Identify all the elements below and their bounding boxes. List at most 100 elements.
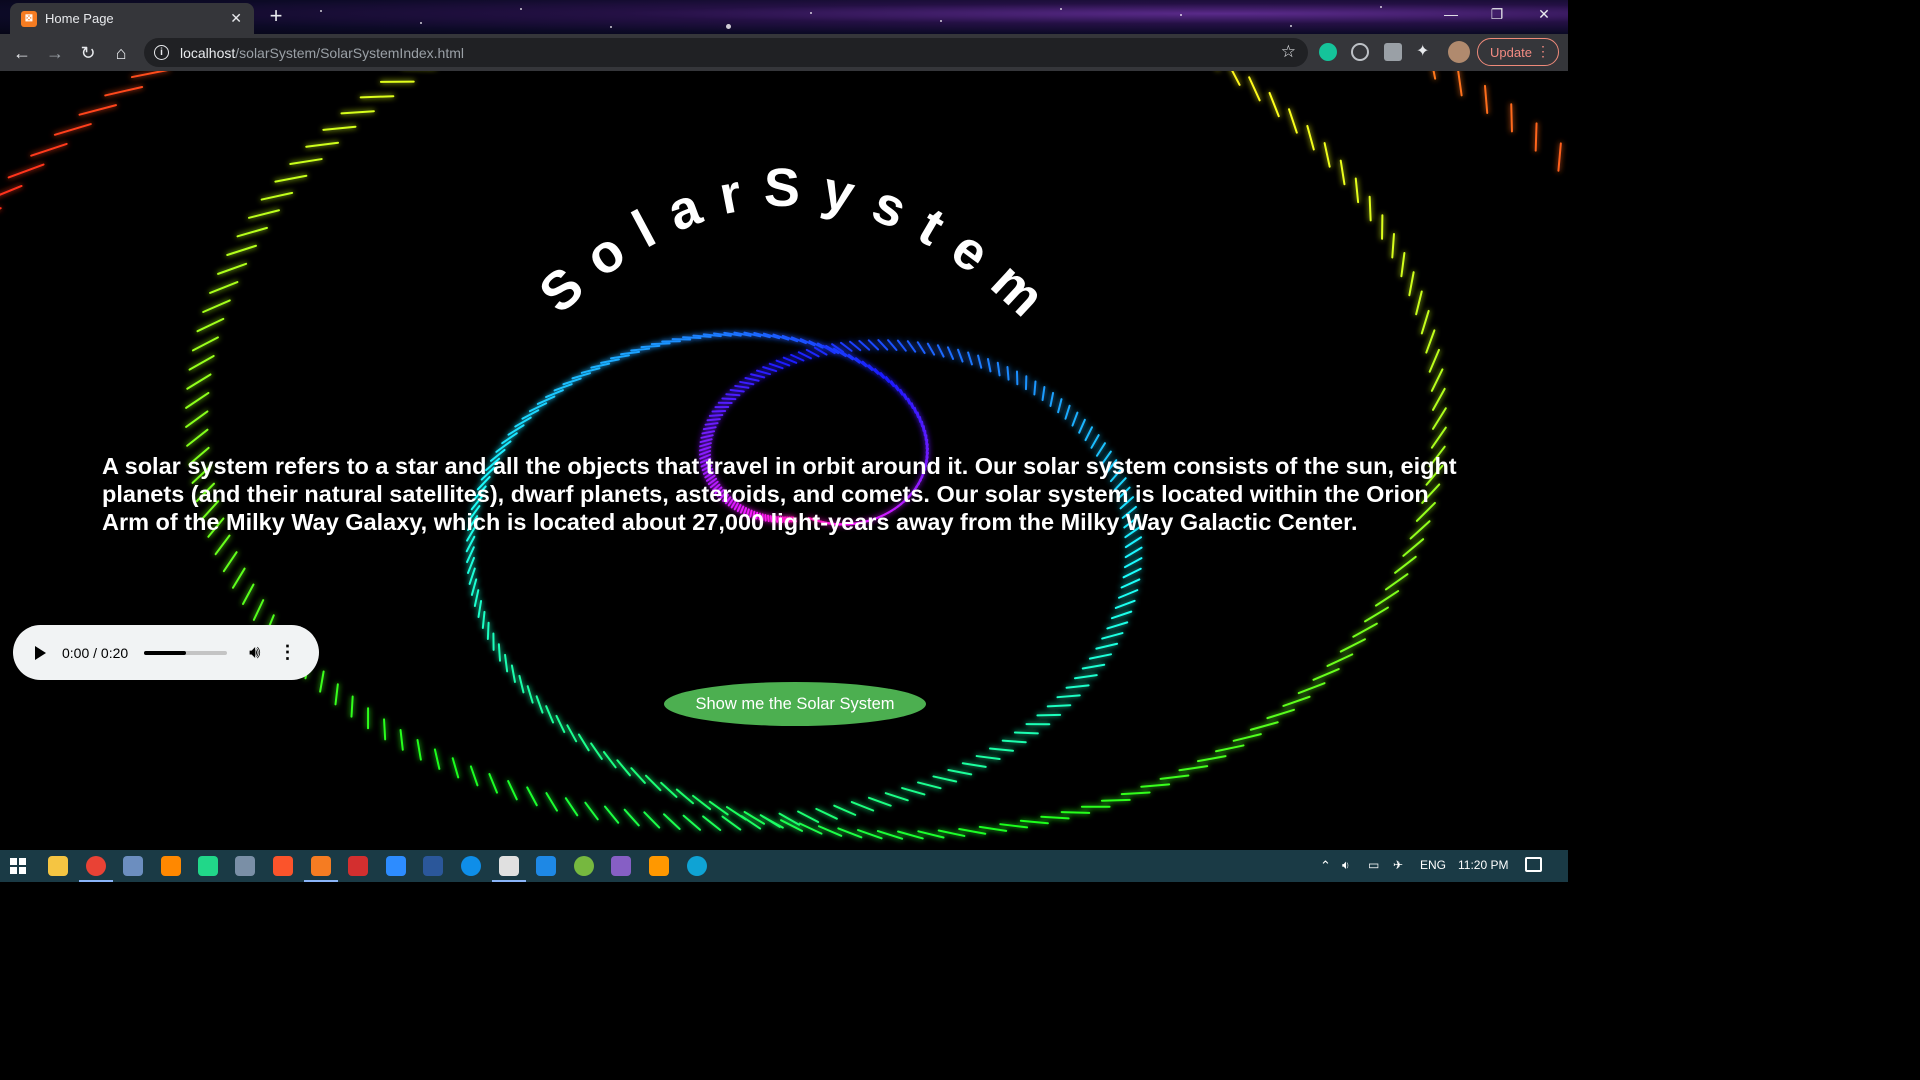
spiral-hatch	[526, 685, 534, 704]
spiral-hatch	[1090, 434, 1100, 449]
azure-data-studio-icon[interactable]	[536, 856, 556, 876]
sublime-text-icon[interactable]	[649, 856, 669, 876]
airplane-icon[interactable]: ✈	[1393, 858, 1403, 872]
tab-home-page[interactable]: ⊠ Home Page ✕	[10, 3, 254, 34]
spiral-hatch	[1352, 622, 1378, 638]
file-explorer-icon[interactable]	[48, 856, 68, 876]
speaker-icon[interactable]: 🔉︎	[1342, 858, 1350, 873]
back-icon[interactable]: ←	[10, 41, 34, 65]
puzzle-icon[interactable]: ✦	[1416, 43, 1434, 61]
home-icon[interactable]: ⌂	[109, 41, 133, 65]
spiral-hatch	[602, 750, 617, 769]
close-window-icon[interactable]: ✕	[1529, 6, 1559, 23]
spiral-hatch	[682, 814, 702, 831]
chrome-icon[interactable]	[86, 856, 106, 876]
page-title: SolarSystem	[528, 158, 1050, 342]
spiral-hatch	[1120, 578, 1141, 589]
spiral-hatch	[334, 683, 339, 706]
spiral-hatch	[1178, 765, 1209, 772]
spiral-hatch	[1249, 721, 1279, 731]
show-solar-system-button[interactable]: Show me the Solar System	[664, 682, 926, 726]
windows-start-icon[interactable]	[10, 858, 26, 874]
spiral-hatch	[1019, 819, 1049, 825]
visual-studio-icon[interactable]	[611, 856, 631, 876]
spiral-hatch	[350, 695, 354, 718]
spiral-hatch	[850, 801, 875, 812]
spiral-hatch	[884, 792, 909, 802]
battery-icon[interactable]: ▭	[1368, 858, 1379, 872]
spiral-hatch	[1001, 739, 1027, 744]
clock[interactable]: 11:20 PM	[1458, 858, 1508, 872]
language-indicator[interactable]: ENG	[1420, 858, 1446, 872]
tab-close-icon[interactable]: ✕	[230, 10, 242, 27]
notification-center-icon[interactable]	[1525, 857, 1542, 872]
spiral-hatch	[590, 742, 603, 760]
spiral-hatch	[510, 664, 516, 683]
spiral-hatch	[481, 610, 486, 630]
url-text: localhost/solarSystem/SolarSystemIndex.h…	[180, 44, 465, 61]
spiral-hatch	[630, 767, 646, 784]
virtualbox-icon[interactable]	[235, 856, 255, 876]
spiral-hatch	[186, 428, 209, 447]
spiral-hatch	[750, 373, 766, 379]
extension-icon[interactable]	[1384, 43, 1402, 61]
chevron-up-icon[interactable]: ⌃	[1320, 858, 1331, 874]
spiral-hatch	[1282, 695, 1311, 707]
pycharm-icon[interactable]	[198, 856, 218, 876]
volume-icon[interactable]: 🔊︎	[249, 642, 260, 663]
spiral-hatch	[797, 810, 820, 824]
spiral-hatch	[778, 812, 801, 826]
shield-app-icon[interactable]	[123, 856, 143, 876]
minimize-icon[interactable]: —	[1436, 6, 1466, 22]
address-bar[interactable]: i localhost/solarSystem/SolarSystemIndex…	[144, 38, 1308, 67]
spiral-hatch	[616, 759, 631, 777]
volume-slider[interactable]	[144, 650, 228, 655]
utorrent-icon[interactable]	[574, 856, 594, 876]
new-tab-icon[interactable]: +	[264, 5, 288, 29]
extension-icon[interactable]	[1351, 43, 1369, 61]
spiral-hatch	[1326, 653, 1354, 667]
spiral-hatch	[1339, 638, 1366, 653]
teamviewer-icon[interactable]	[461, 856, 481, 876]
spiral-hatch	[469, 765, 479, 787]
acrobat-icon[interactable]	[348, 856, 368, 876]
audio-player[interactable]: 0:00 / 0:20 🔊︎ ⋮	[13, 625, 319, 680]
spiral-hatch	[571, 372, 592, 380]
grammarly-extension-icon[interactable]	[1319, 43, 1337, 61]
bookmark-star-icon[interactable]: ☆	[1281, 42, 1296, 62]
spiral-hatch	[1088, 653, 1113, 660]
xampp-favicon-icon: ⊠	[21, 10, 37, 27]
spiral-hatch	[555, 714, 566, 734]
edge-icon[interactable]	[687, 856, 707, 876]
play-icon[interactable]	[35, 645, 46, 660]
forward-icon[interactable]: →	[43, 41, 67, 65]
spiral-hatch	[702, 426, 717, 431]
spiral-hatch	[486, 621, 490, 640]
spiral-hatch	[1312, 668, 1340, 681]
blender-icon[interactable]	[499, 856, 519, 876]
word-icon[interactable]	[423, 856, 443, 876]
update-button[interactable]: Update ⋮	[1477, 38, 1559, 66]
restore-icon[interactable]: ❐	[1482, 6, 1512, 23]
spiral-hatch	[1431, 387, 1446, 411]
spiral-hatch	[961, 762, 987, 768]
xampp-icon[interactable]	[311, 856, 331, 876]
spiral-hatch	[186, 373, 212, 390]
more-options-icon[interactable]: ⋮	[279, 642, 297, 663]
spiral-hatch	[706, 418, 721, 422]
spiral-hatch	[383, 718, 387, 741]
spiral-hatch	[470, 578, 478, 596]
audio-time: 0:00 / 0:20	[62, 644, 129, 661]
spiral-hatch	[701, 430, 716, 435]
reload-icon[interactable]: ↻	[76, 41, 100, 65]
zoom-icon[interactable]	[386, 856, 406, 876]
spiral-hatch	[252, 599, 265, 621]
spiral-hatch	[901, 787, 926, 796]
spiral-hatch	[815, 807, 838, 820]
avatar[interactable]	[1448, 41, 1470, 63]
vlc-icon[interactable]	[161, 856, 181, 876]
brave-icon[interactable]	[273, 856, 293, 876]
site-info-icon[interactable]: i	[154, 45, 169, 60]
page-content: SolarSystem A solar system refers to a s…	[0, 71, 1568, 850]
spiral-hatch	[504, 653, 509, 673]
